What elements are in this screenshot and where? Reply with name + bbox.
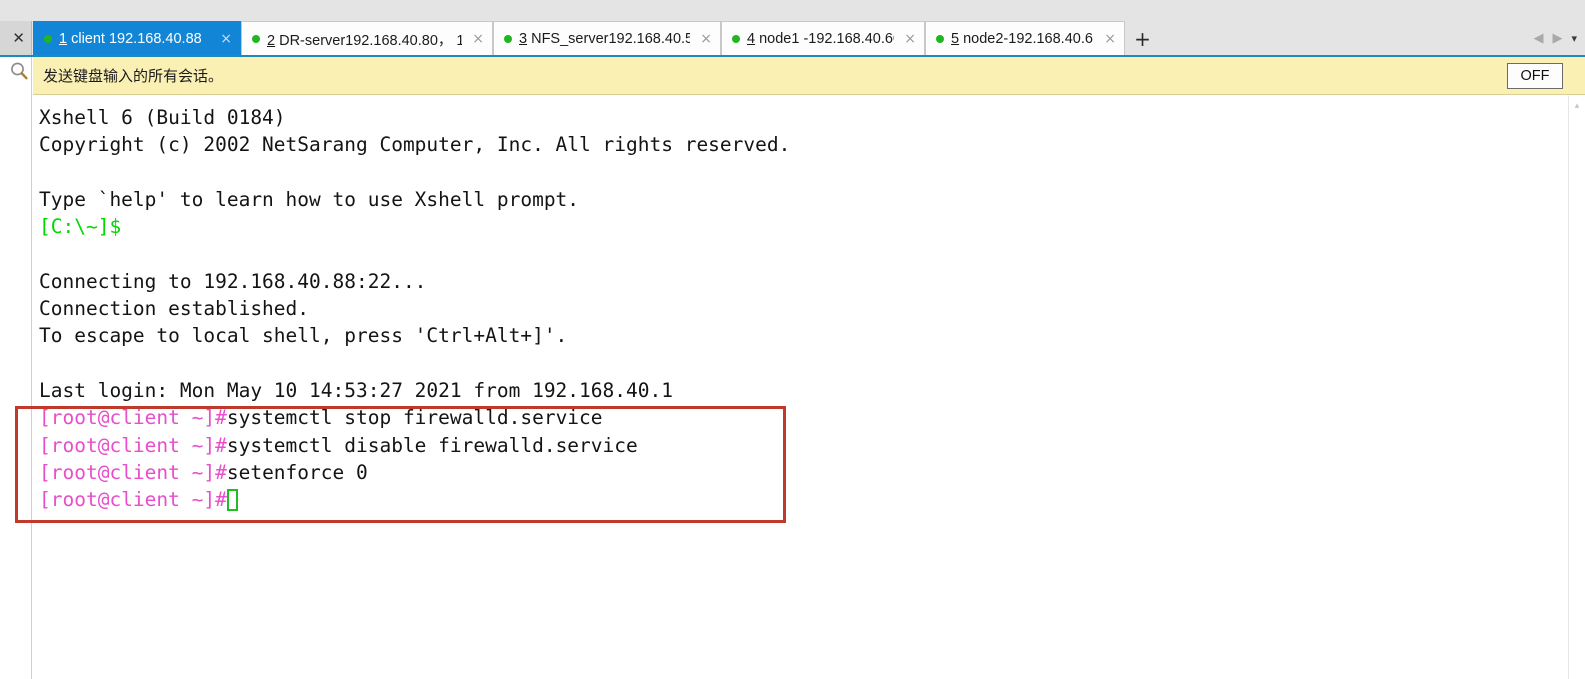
terminal-text: Last login: Mon May 10 14:53:27 2021 fro… — [39, 378, 673, 402]
tab-2[interactable]: 2 DR-server192.168.40.80， 12.... × — [241, 21, 493, 56]
tab-5[interactable]: 5 node2-192.168.40.61 × — [925, 21, 1125, 56]
tab-3[interactable]: 3 NFS_server192.168.40.50 × — [493, 21, 721, 56]
terminal-line: Copyright (c) 2002 NetSarang Computer, I… — [39, 131, 1568, 158]
tab-index: 2 — [267, 32, 276, 49]
terminal-cursor — [226, 489, 238, 512]
search-icon[interactable] — [8, 59, 30, 83]
terminal-text: To escape to local shell, press 'Ctrl+Al… — [39, 324, 568, 348]
close-icon[interactable]: ✕ — [12, 31, 25, 46]
close-icon[interactable]: × — [700, 32, 712, 46]
terminal-line: [root@client ~]# — [39, 486, 1568, 513]
tab-index: 4 — [747, 31, 756, 47]
tab-list: ✕ 1 client 192.168.40.88 × 2 DR-server192.… — [0, 21, 1585, 57]
terminal-line: Connecting to 192.168.40.88:22... — [39, 268, 1568, 295]
terminal-line: Type `help' to learn how to use Xshell p… — [39, 186, 1568, 213]
chevron-right-icon[interactable]: ▶ — [1552, 32, 1562, 45]
terminal-line: [root@client ~]#systemctl disable firewa… — [39, 432, 1568, 459]
terminal-line: [root@client ~]#setenforce 0 — [39, 459, 1568, 486]
shell-prompt: [root@client ~]# — [39, 433, 227, 457]
terminal-line: Xshell 6 (Build 0184) — [39, 104, 1568, 131]
tab-status-dot-icon — [252, 35, 260, 43]
terminal-text: systemctl stop firewalld.service — [226, 406, 603, 430]
terminal-line: To escape to local shell, press 'Ctrl+Al… — [39, 322, 1568, 349]
tab-bar: ✕ 1 client 192.168.40.88 × 2 DR-server192.… — [0, 0, 1585, 57]
terminal-vertical-scrollbar[interactable]: ▴ — [1568, 96, 1585, 679]
terminal-line: Last login: Mon May 10 14:53:27 2021 fro… — [39, 377, 1568, 404]
terminal-text: setenforce 0 — [226, 460, 368, 484]
terminal-line: [root@client ~]#systemctl stop firewalld… — [39, 404, 1568, 431]
tab-partial-offscreen[interactable]: ✕ — [0, 21, 32, 56]
shell-prompt: [root@client ~]# — [39, 460, 227, 484]
local-prompt: [C:\~]$ — [39, 215, 122, 239]
terminal-line: Connection established. — [39, 295, 1568, 322]
chevron-left-icon[interactable]: ◀ — [1533, 32, 1543, 45]
tab-status-dot-icon — [44, 35, 52, 43]
tab-label: 4 node1 -192.168.40.60 — [747, 31, 895, 47]
terminal-text: Copyright (c) 2002 NetSarang Computer, I… — [39, 133, 791, 157]
terminal-text: Connection established. — [39, 297, 310, 321]
tab-label: 3 NFS_server192.168.40.50 — [519, 31, 691, 47]
left-gutter — [0, 57, 32, 679]
terminal-output[interactable]: Xshell 6 (Build 0184) Copyright (c) 2002 … — [33, 96, 1568, 679]
tab-1[interactable]: 1 client 192.168.40.88 × — [33, 21, 241, 56]
close-icon[interactable]: × — [904, 32, 916, 46]
notification-message: 发送键盘输入的所有会话。 — [43, 67, 224, 85]
close-icon[interactable]: × — [220, 32, 232, 46]
xshell-window: ✕ 1 client 192.168.40.88 × 2 DR-server192.… — [0, 0, 1585, 679]
tab-label: 2 DR-server192.168.40.80， 12.... — [267, 32, 462, 49]
tab-status-dot-icon — [936, 35, 944, 43]
tab-index: 5 — [951, 31, 960, 47]
close-icon[interactable]: × — [1104, 32, 1116, 46]
terminal-text: Connecting to 192.168.40.88:22... — [39, 269, 427, 293]
tab-label: 1 client 192.168.40.88 — [59, 31, 202, 47]
tab-label: 5 node2-192.168.40.61 — [951, 31, 1095, 47]
send-keys-notification-bar: 发送键盘输入的所有会话。 OFF — [33, 57, 1585, 95]
send-keys-toggle-button[interactable]: OFF — [1507, 63, 1563, 89]
terminal-text: systemctl disable firewalld.service — [226, 433, 638, 457]
close-icon[interactable]: × — [472, 32, 484, 46]
terminal-line: [C:\~]$ — [39, 213, 1568, 240]
tab-status-dot-icon — [732, 35, 740, 43]
terminal-text: Xshell 6 (Build 0184) — [39, 106, 286, 129]
tab-4[interactable]: 4 node1 -192.168.40.60 × — [721, 21, 925, 56]
shell-prompt: [root@client ~]# — [39, 488, 227, 512]
tab-navigation-controls: ◀ ▶ ▾ — [1533, 21, 1577, 56]
terminal-text: Type `help' to learn how to use Xshell p… — [39, 187, 580, 211]
tab-index: 1 — [59, 31, 68, 47]
tab-index: 3 — [519, 31, 528, 47]
scroll-up-icon[interactable]: ▴ — [1569, 98, 1585, 114]
new-tab-button[interactable]: + — [1129, 21, 1156, 56]
tab-bar-top-filler — [0, 0, 1585, 21]
chevron-down-icon[interactable]: ▾ — [1571, 33, 1577, 44]
shell-prompt: [root@client ~]# — [39, 406, 227, 430]
tab-status-dot-icon — [504, 35, 512, 43]
